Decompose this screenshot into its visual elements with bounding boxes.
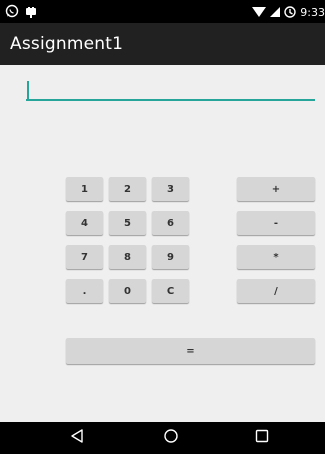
key-6[interactable]: 6 bbox=[152, 211, 189, 235]
key-2[interactable]: 2 bbox=[109, 177, 146, 201]
key-multiply[interactable]: * bbox=[237, 245, 315, 269]
app-title: Assignment1 bbox=[10, 34, 124, 54]
battery-icon bbox=[284, 3, 296, 22]
key-9[interactable]: 9 bbox=[152, 245, 189, 269]
key-1[interactable]: 1 bbox=[66, 177, 103, 201]
status-time: 9:33 bbox=[300, 5, 325, 19]
key-3[interactable]: 3 bbox=[152, 177, 189, 201]
home-icon bbox=[163, 428, 179, 448]
recents-icon bbox=[254, 428, 270, 448]
key-5[interactable]: 5 bbox=[109, 211, 146, 235]
status-bar: 9:33 bbox=[0, 0, 325, 23]
navigation-bar bbox=[0, 422, 325, 454]
key-0[interactable]: 0 bbox=[109, 279, 146, 303]
key-clear[interactable]: C bbox=[152, 279, 189, 303]
home-button[interactable] bbox=[151, 422, 191, 454]
calculator-content: 1 2 3 4 5 6 7 8 9 . 0 C + - * / = bbox=[0, 65, 325, 422]
key-add[interactable]: + bbox=[237, 177, 315, 201]
key-divide[interactable]: / bbox=[237, 279, 315, 303]
whatsapp-icon bbox=[5, 3, 19, 22]
key-8[interactable]: 8 bbox=[109, 245, 146, 269]
wifi-icon bbox=[252, 3, 267, 22]
text-cursor bbox=[27, 81, 29, 99]
key-decimal[interactable]: . bbox=[66, 279, 103, 303]
key-4[interactable]: 4 bbox=[66, 211, 103, 235]
app-bar: Assignment1 bbox=[0, 23, 325, 65]
equals-button[interactable]: = bbox=[66, 338, 315, 364]
key-7[interactable]: 7 bbox=[66, 245, 103, 269]
recents-button[interactable] bbox=[242, 422, 282, 454]
input-underline bbox=[26, 99, 315, 101]
expression-input[interactable] bbox=[26, 79, 315, 101]
back-icon bbox=[69, 428, 85, 448]
back-button[interactable] bbox=[57, 422, 97, 454]
app-notification-icon bbox=[25, 3, 37, 22]
key-subtract[interactable]: - bbox=[237, 211, 315, 235]
signal-icon bbox=[270, 3, 281, 22]
